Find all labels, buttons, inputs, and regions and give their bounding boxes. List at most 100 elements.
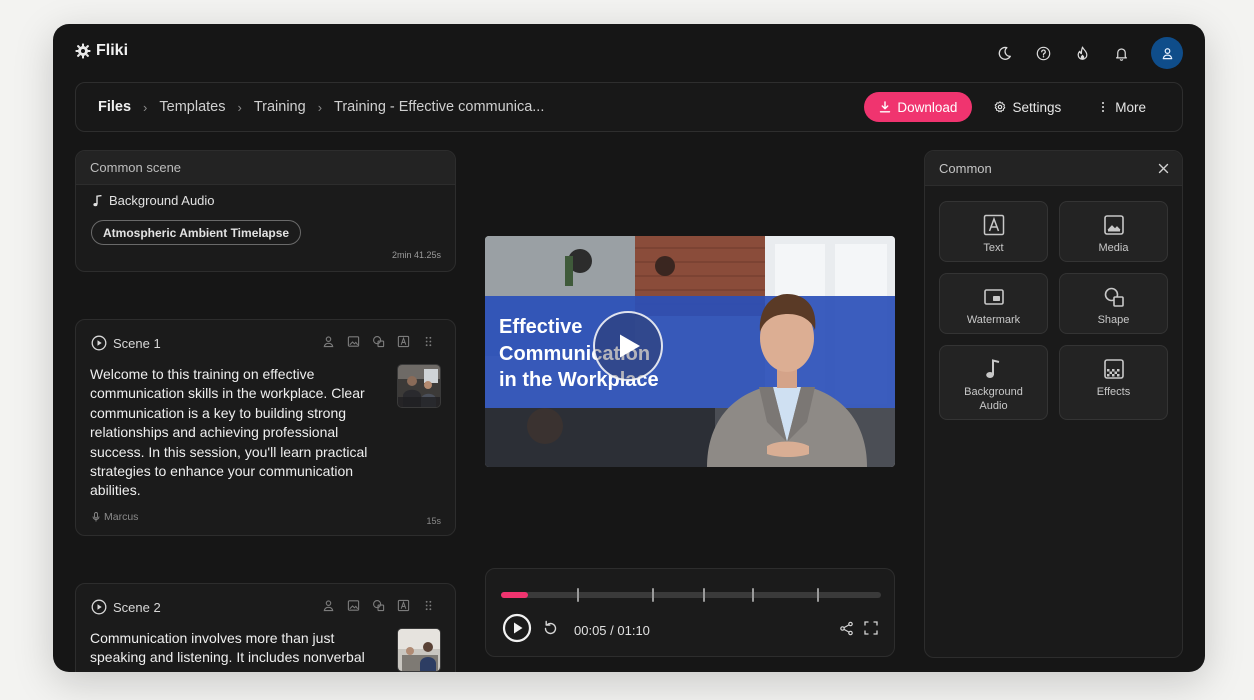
panel-header: Common xyxy=(925,151,1182,186)
download-icon xyxy=(880,101,891,113)
scene-script-text[interactable]: Communication involves more than just sp… xyxy=(90,629,382,668)
media-tool-button[interactable] xyxy=(346,598,360,612)
chevron-right-icon: › xyxy=(143,99,148,115)
text-tool-button[interactable] xyxy=(396,598,410,612)
breadcrumb-training[interactable]: Training xyxy=(254,99,306,115)
drag-handle[interactable] xyxy=(421,334,435,348)
common-scene-header: Common scene xyxy=(76,151,455,185)
scene-card-1[interactable]: Scene 1 Welcome to this training on effe… xyxy=(75,319,456,536)
bell-icon xyxy=(1115,47,1127,61)
gear-icon xyxy=(995,101,1006,113)
common-elements-panel: Common Text Media Watermark Shape Backgr… xyxy=(924,150,1183,658)
breadcrumb-templates[interactable]: Templates xyxy=(159,99,225,115)
notifications-button[interactable] xyxy=(1111,43,1131,63)
voice-label[interactable]: Marcus xyxy=(92,511,138,523)
office-thumbnail-image xyxy=(398,365,440,407)
text-box-icon xyxy=(983,214,1004,236)
add-shape-tile[interactable]: Shape xyxy=(1059,273,1168,334)
drag-handle-icon xyxy=(425,336,431,346)
video-preview[interactable]: Effective Communication in the Workplace xyxy=(485,236,895,467)
download-label: Download xyxy=(897,99,958,115)
text-tool-button[interactable] xyxy=(396,334,410,348)
share-button[interactable] xyxy=(839,621,854,636)
audio-track-pill[interactable]: Atmospheric Ambient Timelapse xyxy=(91,220,302,245)
playback-time: 00:05 / 01:10 xyxy=(574,623,650,638)
add-media-tile[interactable]: Media xyxy=(1059,201,1168,262)
chevron-right-icon: › xyxy=(317,99,323,115)
more-button[interactable]: More xyxy=(1083,92,1160,122)
image-icon xyxy=(347,335,359,347)
scene-marker[interactable] xyxy=(817,588,819,602)
tile-label: Shape xyxy=(1097,314,1130,326)
text-box-icon xyxy=(397,335,409,347)
user-icon xyxy=(1162,47,1172,59)
scene-duration: 15s xyxy=(426,516,441,526)
scene-thumbnail[interactable] xyxy=(397,628,441,672)
scene-marker[interactable] xyxy=(577,588,579,602)
help-icon xyxy=(1036,46,1050,60)
fliki-logo-icon xyxy=(75,43,91,59)
add-background-audio-tile[interactable]: Background Audio xyxy=(939,345,1048,420)
breadcrumb-bar: Files › Templates › Training › Training … xyxy=(75,82,1183,132)
scene-marker[interactable] xyxy=(652,588,654,602)
media-tool-button[interactable] xyxy=(346,334,360,348)
panel-title: Common xyxy=(939,160,992,176)
background-audio-text: Background Audio xyxy=(109,193,215,208)
moon-icon xyxy=(998,46,1011,60)
play-circle-icon[interactable] xyxy=(91,599,107,615)
shape-tool-button[interactable] xyxy=(371,334,385,348)
logo[interactable]: Fliki xyxy=(75,42,128,60)
add-watermark-tile[interactable]: Watermark xyxy=(939,273,1048,334)
add-text-tile[interactable]: Text xyxy=(939,201,1048,262)
shapes-icon xyxy=(372,335,384,347)
person-icon xyxy=(323,335,333,347)
player-controls: 00:05 / 01:10 xyxy=(485,568,895,657)
music-note-icon xyxy=(985,359,999,378)
image-icon xyxy=(347,599,359,611)
fullscreen-button[interactable] xyxy=(864,621,878,635)
scene-script-text[interactable]: Welcome to this training on effective co… xyxy=(90,365,382,501)
add-effects-tile[interactable]: Effects xyxy=(1059,345,1168,420)
avatar-tool-button[interactable] xyxy=(321,334,335,348)
common-scene-card[interactable]: Common scene Background Audio Atmospheri… xyxy=(75,150,456,272)
timeline-track[interactable] xyxy=(501,588,881,602)
avatar-tool-button[interactable] xyxy=(321,598,335,612)
more-vertical-icon xyxy=(1102,102,1105,112)
drag-handle[interactable] xyxy=(421,598,435,612)
settings-label: Settings xyxy=(1012,99,1062,115)
download-button[interactable]: Download xyxy=(864,92,973,122)
play-button[interactable] xyxy=(502,613,532,643)
tile-label: Background Audio xyxy=(964,386,1023,412)
shape-tool-button[interactable] xyxy=(371,598,385,612)
background-audio-label: Background Audio xyxy=(93,193,215,208)
avatar[interactable] xyxy=(1151,37,1183,69)
scene-card-2[interactable]: Scene 2 Communication involves more than… xyxy=(75,583,456,672)
music-note-icon xyxy=(93,194,102,206)
updates-button[interactable] xyxy=(1072,43,1092,63)
scene-header: Scene 1 xyxy=(91,335,161,351)
play-circle-icon[interactable] xyxy=(91,335,107,351)
timeline-progress xyxy=(501,592,528,598)
top-bar: Fliki xyxy=(53,24,1205,80)
scene-title: Scene 1 xyxy=(113,335,161,351)
settings-button[interactable]: Settings xyxy=(980,92,1075,122)
meeting-thumbnail-image xyxy=(398,629,440,671)
fire-icon xyxy=(1077,46,1087,60)
watermark-icon xyxy=(983,289,1004,305)
close-icon[interactable] xyxy=(1157,162,1170,175)
breadcrumb-files[interactable]: Files xyxy=(98,99,131,115)
breadcrumb-current[interactable]: Training - Effective communica... xyxy=(334,99,544,115)
scene-toolbar xyxy=(321,598,435,612)
scene-marker[interactable] xyxy=(703,588,705,602)
scene-thumbnail[interactable] xyxy=(397,364,441,408)
app-name: Fliki xyxy=(96,42,129,59)
replay-button[interactable] xyxy=(542,620,559,637)
scene-marker[interactable] xyxy=(752,588,754,602)
play-overlay-button[interactable] xyxy=(593,311,663,381)
microphone-icon xyxy=(92,512,100,522)
dark-mode-toggle[interactable] xyxy=(994,43,1014,63)
scene-header: Scene 2 xyxy=(91,599,161,615)
help-button[interactable] xyxy=(1033,43,1053,63)
chevron-right-icon: › xyxy=(237,99,242,115)
image-icon xyxy=(1103,215,1124,235)
